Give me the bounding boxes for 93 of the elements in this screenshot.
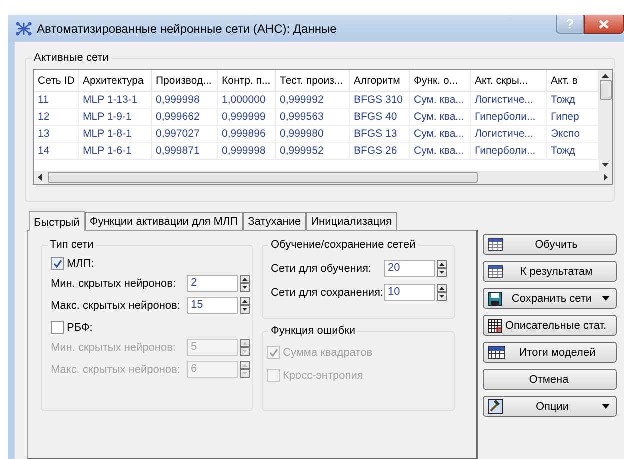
grid-icon [488,265,503,278]
tab[interactable]: Затухание [243,212,306,230]
table-cell: 0,999992 [276,92,350,109]
table-cell: 0,997027 [152,126,218,143]
column-header[interactable]: Производ... [152,70,218,92]
spinner-arrows-icon[interactable] [437,284,447,301]
table-cell: Логистиче... [471,126,547,143]
field-label: Сети для обучения: [270,262,373,274]
spinner-arrows-icon[interactable] [240,297,250,314]
group-title: Функция ошибки [269,325,358,338]
column-header[interactable]: Акт. скры... [471,70,547,92]
table-cell: 0,999998 [218,143,276,160]
table-cell: MLP 1-8-1 [79,126,152,143]
table-cell: 0,999563 [276,109,350,126]
window-title: Автоматизированные нейронные сети (АНС): Данные [37,22,337,36]
table-cell: 0,999998 [152,92,218,109]
field-label: Макс. скрытых нейронов: [51,364,182,376]
horizontal-scrollbar[interactable] [34,171,612,184]
number-field[interactable]: 20 [384,260,435,277]
close-button[interactable] [584,15,624,34]
spinner-arrows-icon[interactable] [240,275,250,292]
scroll-right-icon[interactable] [604,174,608,181]
scroll-thumb[interactable] [600,80,612,100]
table-cell: BFGS 13 [350,126,410,143]
checkbox[interactable] [51,321,64,334]
table-cell: MLP 1-6-1 [79,143,152,160]
close-icon [599,20,609,28]
table-cell: BFGS 310 [350,92,410,109]
action-button[interactable]: Опции [483,396,617,417]
column-header[interactable]: Функ. о... [410,70,471,92]
table-cell: 0,999662 [152,109,218,126]
network-icon [16,20,32,36]
column-header[interactable]: Тест. произ... [276,70,350,92]
table-cell: 13 [34,126,79,143]
table-cell: Гиперболи... [471,109,547,126]
field-label: Мин. скрытых нейронов: [51,342,177,354]
action-button[interactable]: К результатам [483,261,617,282]
tab[interactable]: Функции активации для МЛП [84,212,244,230]
action-button[interactable]: Итоги моделей [483,342,617,363]
group-title: Обучение/сохранение сетей [269,239,418,252]
table-icon [488,318,502,332]
column-header[interactable]: Сеть ID [34,70,79,92]
scroll-left-icon[interactable] [38,174,42,181]
number-field[interactable]: 10 [384,284,435,301]
number-field[interactable]: 15 [187,297,238,314]
scroll-up-icon[interactable] [602,74,609,78]
table-cell: Гиперболи... [471,143,547,160]
table-cell: 0,999952 [276,143,350,160]
table-cell: 12 [34,109,79,126]
table-cell: 0,999896 [218,126,276,143]
tab[interactable]: Инициализация [306,212,397,230]
column-header[interactable]: Архитектура [79,70,152,92]
table-cell: 1,000000 [218,92,276,109]
hammer-icon [488,399,503,414]
table-cell: 0,999980 [276,126,350,143]
field-label: Макс. скрытых нейронов: [51,300,182,312]
action-button[interactable]: Обучить [483,234,617,255]
number-field[interactable]: 2 [187,275,238,292]
checkbox-label: Сумма квадратов [283,346,373,358]
column-header[interactable]: Акт. в [547,70,599,92]
table-cell: 0,999999 [218,109,276,126]
table-cell: 11 [34,92,79,109]
field-label: Сети для сохранения: [270,286,384,298]
spinner-arrows-icon[interactable] [437,260,447,277]
checkbox-label: Кросс-энтропия [283,370,364,382]
scroll-down-icon[interactable] [602,163,609,167]
grid-icon [488,238,503,251]
table-cell: Логистиче... [471,92,547,109]
table-cell: BFGS 40 [350,109,410,126]
table-cell: MLP 1-9-1 [79,109,152,126]
tab[interactable]: Быстрый [29,211,85,231]
scroll-thumb[interactable] [48,172,478,183]
table-cell: 14 [34,143,79,160]
column-header[interactable]: Контр. п... [218,70,276,92]
help-button[interactable] [556,15,584,34]
action-button[interactable]: Описательные стат. [483,315,617,336]
table-cell: Сум. ква... [410,109,471,126]
checkbox-label: МЛП: [67,258,94,270]
action-button[interactable]: Отмена [483,369,617,390]
table-cell: 0,999871 [152,143,218,160]
table-cell: BFGS 26 [350,143,410,160]
checkbox[interactable] [51,257,64,270]
table-cell: Сум. ква... [410,126,471,143]
vertical-scrollbar[interactable] [599,70,612,171]
field-label: Мин. скрытых нейронов: [51,278,177,290]
table-cell: MLP 1-13-1 [79,92,152,109]
table-cell: Сум. ква... [410,92,471,109]
question-mark-icon [566,19,574,29]
table-icon [488,346,505,359]
action-button[interactable]: Сохранить сети [483,288,617,309]
table-cell: Сум. ква... [410,143,471,160]
column-header[interactable]: Алгоритм [350,70,410,92]
checkbox-label: РБФ: [67,322,93,334]
